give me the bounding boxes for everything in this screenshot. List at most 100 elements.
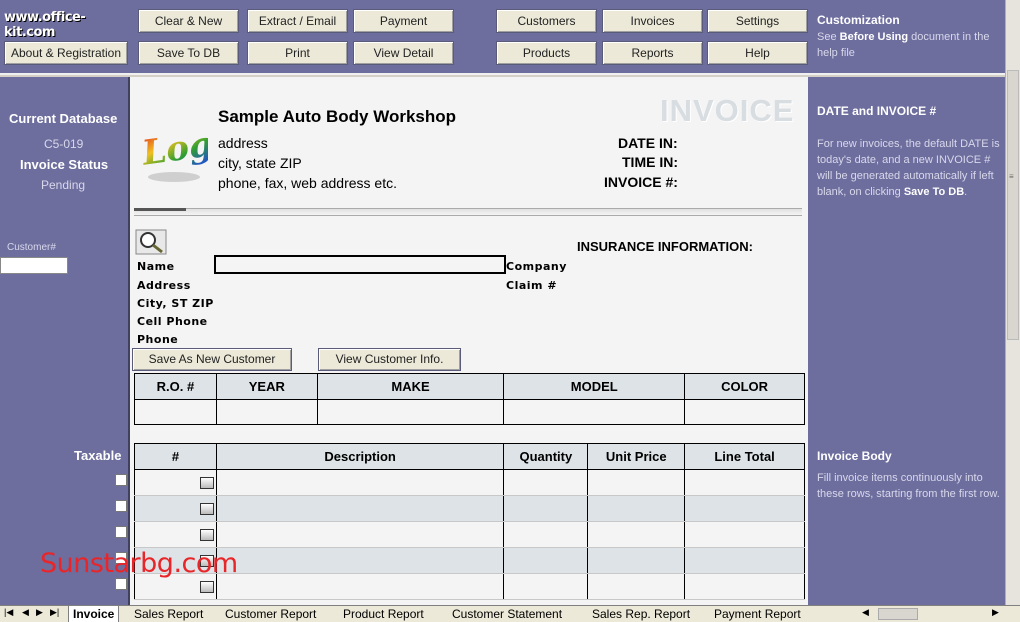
quantity-cell[interactable] [503,495,589,522]
model-cell[interactable] [503,399,686,425]
taxable-checkbox[interactable] [115,526,127,538]
tab-product-report[interactable]: Product Report [339,606,428,622]
vehicle-table: R.O. # YEAR MAKE MODEL COLOR [134,373,805,425]
item-lookup-icon[interactable] [199,476,214,489]
company-contact: phone, fax, web address etc. [218,175,397,191]
tab-sales-rep-report[interactable]: Sales Rep. Report [588,606,694,622]
invoice-sheet: Logo Sample Auto Body Workshop address c… [128,77,808,605]
taxable-checkbox[interactable] [115,578,127,590]
model-header: MODEL [503,373,686,400]
description-cell[interactable] [215,521,505,548]
ro-number-cell[interactable] [134,399,217,425]
horizontal-scroll-thumb[interactable] [878,608,918,620]
view-detail-button[interactable]: View Detail [353,41,454,65]
scroll-left-icon[interactable]: ◀ [862,607,869,618]
city-label: City, ST ZIP [137,297,214,310]
date-invoice-title: DATE and INVOICE # [817,104,937,118]
extract-email-button[interactable]: Extract / Email [247,9,348,33]
invoices-button[interactable]: Invoices [602,9,703,33]
unit-price-cell[interactable] [587,495,686,522]
color-cell[interactable] [684,399,805,425]
scroll-right-icon[interactable]: ▶ [992,607,999,618]
vertical-scrollbar[interactable]: ≡ [1005,0,1020,605]
line-total-cell [684,547,805,574]
item-number-cell[interactable] [134,521,217,548]
item-lookup-icon[interactable] [199,528,214,541]
date-in-label: DATE IN: [618,135,678,151]
invoice-number-label: INVOICE #: [604,174,678,190]
sheet-tab-bar: |◀ ◀ ▶ ▶| Invoice Sales Report Customer … [0,605,1020,622]
help-button[interactable]: Help [707,41,808,65]
invoice-heading: INVOICE [660,93,795,128]
quantity-cell[interactable] [503,469,589,496]
color-header: COLOR [684,373,805,400]
description-cell[interactable] [215,547,505,574]
right-panel: DATE and INVOICE # For new invoices, the… [808,77,1005,605]
description-cell[interactable] [215,469,505,496]
unit-price-cell[interactable] [587,573,686,600]
print-button[interactable]: Print [247,41,348,65]
description-cell[interactable] [215,495,505,522]
customers-button[interactable]: Customers [496,9,597,33]
last-sheet-icon[interactable]: ▶| [50,607,59,618]
site-logo[interactable]: www.office-kit.com [4,10,128,40]
unit-price-cell[interactable] [587,521,686,548]
tab-customer-statement[interactable]: Customer Statement [448,606,566,622]
view-customer-info-button[interactable]: View Customer Info. [318,348,461,371]
insurance-title: INSURANCE INFORMATION: [577,239,753,254]
name-input[interactable] [214,255,506,274]
invoice-body-text: Fill invoice items continuously into the… [817,472,1000,500]
next-sheet-icon[interactable]: ▶ [36,607,43,618]
item-row [134,521,805,548]
header-divider [134,208,802,216]
tab-customer-report[interactable]: Customer Report [221,606,320,622]
customization-text: See Before Using document in the help fi… [817,31,990,59]
year-header: YEAR [215,373,318,400]
save-to-db-button[interactable]: Save To DB [138,41,239,65]
company-city: city, state ZIP [218,155,302,171]
watermark-text: Sunstarbg.com [40,548,238,579]
item-number-cell[interactable] [134,495,217,522]
item-lookup-icon[interactable] [199,502,214,515]
save-as-new-customer-button[interactable]: Save As New Customer [132,348,292,371]
customer-number-label: Customer# [7,242,56,253]
line-total-header: Line Total [684,443,805,470]
scroll-thumb[interactable] [1007,70,1019,340]
quantity-cell[interactable] [503,573,589,600]
line-total-cell [684,521,805,548]
tab-payment-report[interactable]: Payment Report [710,606,805,622]
taxable-checkbox[interactable] [115,500,127,512]
quantity-cell[interactable] [503,547,589,574]
customization-title: Customization [817,13,900,27]
customer-lookup-icon[interactable] [135,229,167,255]
customization-note: Customization See Before Using document … [808,0,1005,75]
time-in-label: TIME IN: [622,154,678,170]
date-invoice-text: For new invoices, the default DATE is to… [817,138,1000,198]
taxable-checkbox[interactable] [115,474,127,486]
tab-sales-report[interactable]: Sales Report [130,606,207,622]
description-cell[interactable] [215,573,505,600]
quantity-cell[interactable] [503,521,589,548]
divider-accent [134,208,186,211]
first-sheet-icon[interactable]: |◀ [4,607,13,618]
unit-price-header: Unit Price [587,443,686,470]
reports-button[interactable]: Reports [602,41,703,65]
payment-button[interactable]: Payment [353,9,454,33]
tab-invoice[interactable]: Invoice [68,606,120,622]
settings-button[interactable]: Settings [707,9,808,33]
unit-price-cell[interactable] [587,469,686,496]
prev-sheet-icon[interactable]: ◀ [22,607,29,618]
year-cell[interactable] [215,399,318,425]
clear-new-button[interactable]: Clear & New [138,9,239,33]
current-database-label: Current Database [9,111,118,126]
products-button[interactable]: Products [496,41,597,65]
about-registration-button[interactable]: About & Registration [4,41,128,65]
unit-price-cell[interactable] [587,547,686,574]
description-header: Description [215,443,505,470]
make-cell[interactable] [316,399,505,425]
customer-number-input[interactable] [0,257,68,274]
item-number-cell[interactable] [134,469,217,496]
item-lookup-icon[interactable] [199,580,214,593]
grip-icon: ≡ [1009,172,1014,181]
company-address: address [218,135,268,151]
